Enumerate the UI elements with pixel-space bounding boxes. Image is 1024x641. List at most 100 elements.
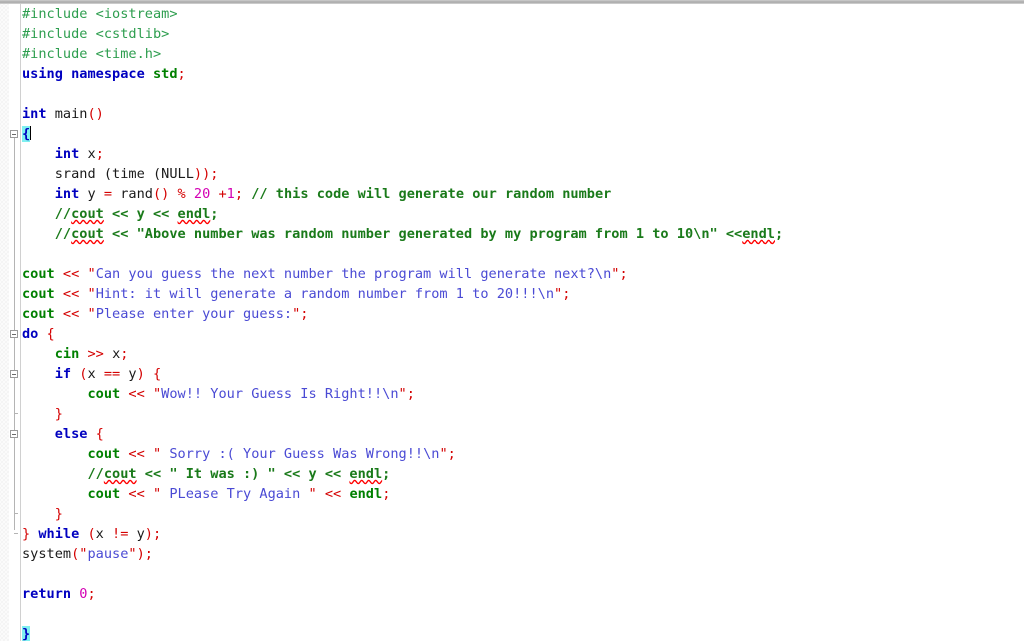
code-line-16[interactable]: cout << "Please enter your guess:"; bbox=[20, 304, 1024, 324]
comment-tail: ; bbox=[775, 226, 784, 242]
comment-tail: ; bbox=[210, 206, 219, 222]
code-line-11[interactable]: //cout << y << endl; bbox=[20, 204, 1024, 224]
keyword-while: while bbox=[30, 526, 80, 542]
stream-cout: cout bbox=[87, 386, 121, 402]
code-line-13-blank[interactable] bbox=[20, 244, 1024, 264]
code-line-32[interactable]: } bbox=[20, 624, 1024, 641]
inequality-operator: != bbox=[112, 526, 129, 542]
code-line-6[interactable]: int main() bbox=[20, 104, 1024, 124]
keyword-namespace: namespace bbox=[62, 66, 145, 82]
variable-y: y bbox=[128, 526, 145, 542]
code-line-1[interactable]: #include <iostream> bbox=[20, 4, 1024, 24]
string-literal: Please enter your guess: bbox=[95, 306, 293, 322]
keyword-else: else bbox=[54, 426, 88, 442]
string-literal: pause bbox=[87, 546, 129, 562]
code-line-30[interactable]: return 0; bbox=[20, 584, 1024, 604]
code-line-10[interactable]: int y = rand() % 20 +1; // this code wil… bbox=[20, 184, 1024, 204]
code-line-24[interactable]: //cout << " It was :) " << y << endl; bbox=[20, 464, 1024, 484]
code-line-19[interactable]: if (x == y) { bbox=[20, 364, 1024, 384]
code-line-23[interactable]: cout << " Sorry :( Your Guess Was Wrong!… bbox=[20, 444, 1024, 464]
semicolon: ; bbox=[152, 526, 162, 542]
call-system: system bbox=[22, 546, 72, 562]
fold-marker-line-19[interactable] bbox=[10, 370, 18, 378]
keyword-int: int bbox=[54, 186, 80, 202]
brace-open: { bbox=[38, 326, 55, 342]
stream-cout: cout bbox=[22, 286, 55, 302]
code-editor-window: #include <iostream> #include <cstdlib> #… bbox=[0, 0, 1024, 641]
code-text-area[interactable]: #include <iostream> #include <cstdlib> #… bbox=[20, 4, 1024, 641]
fold-marker-line-7[interactable] bbox=[10, 130, 18, 138]
close-parens: )) bbox=[193, 166, 211, 182]
semicolon: ; bbox=[120, 346, 129, 362]
include-header: <time.h> bbox=[87, 46, 162, 62]
code-line-31-blank[interactable] bbox=[20, 604, 1024, 624]
identifier-std: std bbox=[144, 66, 178, 82]
code-line-9[interactable]: srand (time (NULL)); bbox=[20, 164, 1024, 184]
code-line-12[interactable]: //cout << "Above number was random numbe… bbox=[20, 224, 1024, 244]
insertion-operator: << bbox=[120, 446, 153, 462]
number-20: 20 bbox=[193, 186, 211, 202]
variable-x: x bbox=[79, 146, 96, 162]
include-header: <iostream> bbox=[87, 6, 178, 22]
code-line-21[interactable]: } bbox=[20, 404, 1024, 424]
code-line-2[interactable]: #include <cstdlib> bbox=[20, 24, 1024, 44]
line-comment: // this code will generate our random nu… bbox=[243, 186, 612, 202]
code-folding-margin[interactable] bbox=[9, 4, 20, 641]
code-line-8[interactable]: int x; bbox=[20, 144, 1024, 164]
comment-word-endl: endl bbox=[349, 466, 383, 482]
code-line-28[interactable]: system("pause"); bbox=[20, 544, 1024, 564]
bookmark-indicator-margin[interactable] bbox=[0, 4, 9, 641]
variable-x: x bbox=[95, 526, 113, 542]
comment-slashes: // bbox=[54, 226, 72, 242]
keyword-using: using bbox=[22, 66, 63, 82]
insertion-operator: << bbox=[120, 486, 153, 502]
code-line-7[interactable]: { bbox=[20, 124, 1024, 144]
quote-open: " bbox=[87, 286, 96, 302]
code-line-4[interactable]: using namespace std; bbox=[20, 64, 1024, 84]
comment-slashes: // bbox=[54, 206, 72, 222]
assignment-operator: = bbox=[103, 186, 113, 202]
code-line-14[interactable]: cout << "Can you guess the next number t… bbox=[20, 264, 1024, 284]
quote-open: " bbox=[152, 486, 162, 502]
code-line-18[interactable]: cin >> x; bbox=[20, 344, 1024, 364]
insertion-operator: << bbox=[120, 386, 153, 402]
semicolon: ; bbox=[95, 146, 104, 162]
modulo-operator: % bbox=[169, 186, 194, 202]
keyword-int: int bbox=[54, 146, 80, 162]
string-literal: Wow!! Your Guess Is Right!!\n bbox=[161, 386, 399, 402]
paren-close: ) bbox=[136, 546, 145, 562]
parentheses: () bbox=[152, 186, 170, 202]
plus-operator: + bbox=[210, 186, 227, 202]
code-line-22[interactable]: else { bbox=[20, 424, 1024, 444]
code-line-17[interactable]: do { bbox=[20, 324, 1024, 344]
code-line-27[interactable]: } while (x != y); bbox=[20, 524, 1024, 544]
comment-slashes: // bbox=[87, 466, 104, 482]
string-literal: Hint: it will generate a random number f… bbox=[95, 286, 554, 302]
keyword-do: do bbox=[22, 326, 39, 342]
extraction-operator: >> bbox=[79, 346, 113, 362]
fold-marker-line-22[interactable] bbox=[10, 430, 18, 438]
comment-word-endl: endl bbox=[177, 206, 211, 222]
brace-open: { bbox=[144, 366, 162, 382]
code-line-3[interactable]: #include <time.h> bbox=[20, 44, 1024, 64]
fold-line-main bbox=[13, 138, 15, 334]
quote-close: " bbox=[308, 486, 317, 502]
code-line-20[interactable]: cout << "Wow!! Your Guess Is Right!!\n"; bbox=[20, 384, 1024, 404]
fold-marker-line-17[interactable] bbox=[10, 330, 18, 338]
code-line-29-blank[interactable] bbox=[20, 564, 1024, 584]
code-line-26[interactable]: } bbox=[20, 504, 1024, 524]
comment-body: << y << bbox=[103, 206, 178, 222]
stream-cout: cout bbox=[22, 306, 55, 322]
code-line-15[interactable]: cout << "Hint: it will generate a random… bbox=[20, 284, 1024, 304]
variable-x: x bbox=[87, 366, 104, 382]
semicolon: ; bbox=[234, 186, 244, 202]
code-line-25[interactable]: cout << " PLease Try Again " << endl; bbox=[20, 484, 1024, 504]
keyword-return: return bbox=[22, 586, 72, 602]
quote-open: " bbox=[87, 306, 96, 322]
comment-word-cout: cout bbox=[103, 466, 137, 482]
quote-close: " bbox=[439, 446, 448, 462]
text-caret bbox=[30, 126, 32, 140]
comment-body: << "Above number was random number gener… bbox=[103, 226, 743, 242]
code-line-5-blank[interactable] bbox=[20, 84, 1024, 104]
call-rand: rand bbox=[112, 186, 153, 202]
